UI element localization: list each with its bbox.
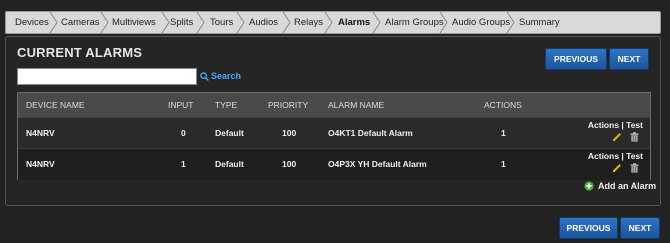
- table-row: N4NRV 0 Default 100 O4KT1 Default Alarm …: [18, 117, 650, 149]
- chevron-right-icon: [49, 12, 58, 33]
- edit-pencil-icon[interactable]: [612, 163, 622, 173]
- actions-test-links[interactable]: Actions | Test: [588, 120, 643, 130]
- header-type[interactable]: TYPE: [215, 93, 237, 117]
- previous-button-bottom[interactable]: PREVIOUS: [559, 217, 618, 239]
- header-input[interactable]: INPUT: [168, 93, 194, 117]
- add-alarm-label: Add an Alarm: [598, 181, 657, 191]
- edit-pencil-icon[interactable]: [612, 132, 622, 142]
- header-actions[interactable]: ACTIONS: [484, 93, 522, 117]
- header-alarm-name[interactable]: ALARM NAME: [328, 93, 384, 117]
- next-button[interactable]: NEXT: [609, 48, 649, 70]
- next-button-bottom[interactable]: NEXT: [620, 217, 660, 239]
- chevron-right-icon: [372, 12, 381, 33]
- breadcrumb-cameras[interactable]: Cameras: [61, 12, 100, 33]
- breadcrumb-relays[interactable]: Relays: [294, 12, 323, 33]
- delete-trash-icon[interactable]: [630, 163, 639, 173]
- breadcrumb-multiviews[interactable]: Multiviews: [112, 12, 156, 33]
- cell-actions-count: 1: [501, 128, 506, 138]
- table-row: N4NRV 1 Default 100 O4P3X YH Default Ala…: [18, 148, 650, 180]
- cell-type: Default: [215, 128, 244, 138]
- cell-input: 1: [181, 159, 186, 169]
- search-icon: [200, 71, 209, 81]
- chevron-right-icon: [324, 12, 333, 33]
- search-input[interactable]: [17, 68, 197, 85]
- breadcrumb-splits[interactable]: Splits: [170, 12, 193, 33]
- breadcrumb-devices[interactable]: Devices: [15, 12, 49, 33]
- page-title: CURRENT ALARMS: [17, 45, 143, 60]
- cell-type: Default: [215, 159, 244, 169]
- table-header: DEVICE NAME INPUT TYPE PRIORITY ALARM NA…: [18, 93, 650, 117]
- plus-circle-icon: [584, 181, 594, 191]
- delete-trash-icon[interactable]: [630, 132, 639, 142]
- breadcrumb-alarm-groups[interactable]: Alarm Groups: [385, 12, 444, 33]
- search-link[interactable]: Search: [200, 71, 241, 81]
- breadcrumb-alarms[interactable]: Alarms: [338, 12, 370, 33]
- cell-device-name: N4NRV: [26, 128, 55, 138]
- header-priority[interactable]: PRIORITY: [268, 93, 308, 117]
- breadcrumb-audio-groups[interactable]: Audio Groups: [452, 12, 510, 33]
- cell-input: 0: [181, 128, 186, 138]
- cell-device-name: N4NRV: [26, 159, 55, 169]
- breadcrumb-summary[interactable]: Summary: [519, 12, 560, 33]
- row-actions: Actions | Test: [588, 151, 643, 173]
- breadcrumb-tours[interactable]: Tours: [210, 12, 233, 33]
- chevron-right-icon: [236, 12, 245, 33]
- header-device-name[interactable]: DEVICE NAME: [26, 93, 85, 117]
- cell-priority: 100: [282, 159, 297, 169]
- row-actions: Actions | Test: [588, 120, 643, 142]
- add-alarm-button[interactable]: Add an Alarm: [584, 181, 656, 191]
- chevron-right-icon: [282, 12, 291, 33]
- search-label: Search: [211, 71, 242, 81]
- breadcrumb-audios[interactable]: Audios: [249, 12, 278, 33]
- alarms-table: DEVICE NAME INPUT TYPE PRIORITY ALARM NA…: [17, 92, 651, 180]
- chevron-right-icon: [439, 12, 448, 33]
- chevron-right-icon: [100, 12, 109, 33]
- actions-test-links[interactable]: Actions | Test: [588, 151, 643, 161]
- chevron-right-icon: [196, 12, 205, 33]
- cell-alarm-name: O4P3X YH Default Alarm: [328, 159, 427, 169]
- cell-actions-count: 1: [501, 159, 506, 169]
- chevron-right-icon: [506, 12, 515, 33]
- breadcrumb: Devices Cameras Multiviews Splits Tours …: [5, 11, 661, 34]
- cell-priority: 100: [282, 128, 297, 138]
- cell-alarm-name: O4KT1 Default Alarm: [328, 128, 413, 138]
- previous-button[interactable]: PREVIOUS: [545, 48, 607, 70]
